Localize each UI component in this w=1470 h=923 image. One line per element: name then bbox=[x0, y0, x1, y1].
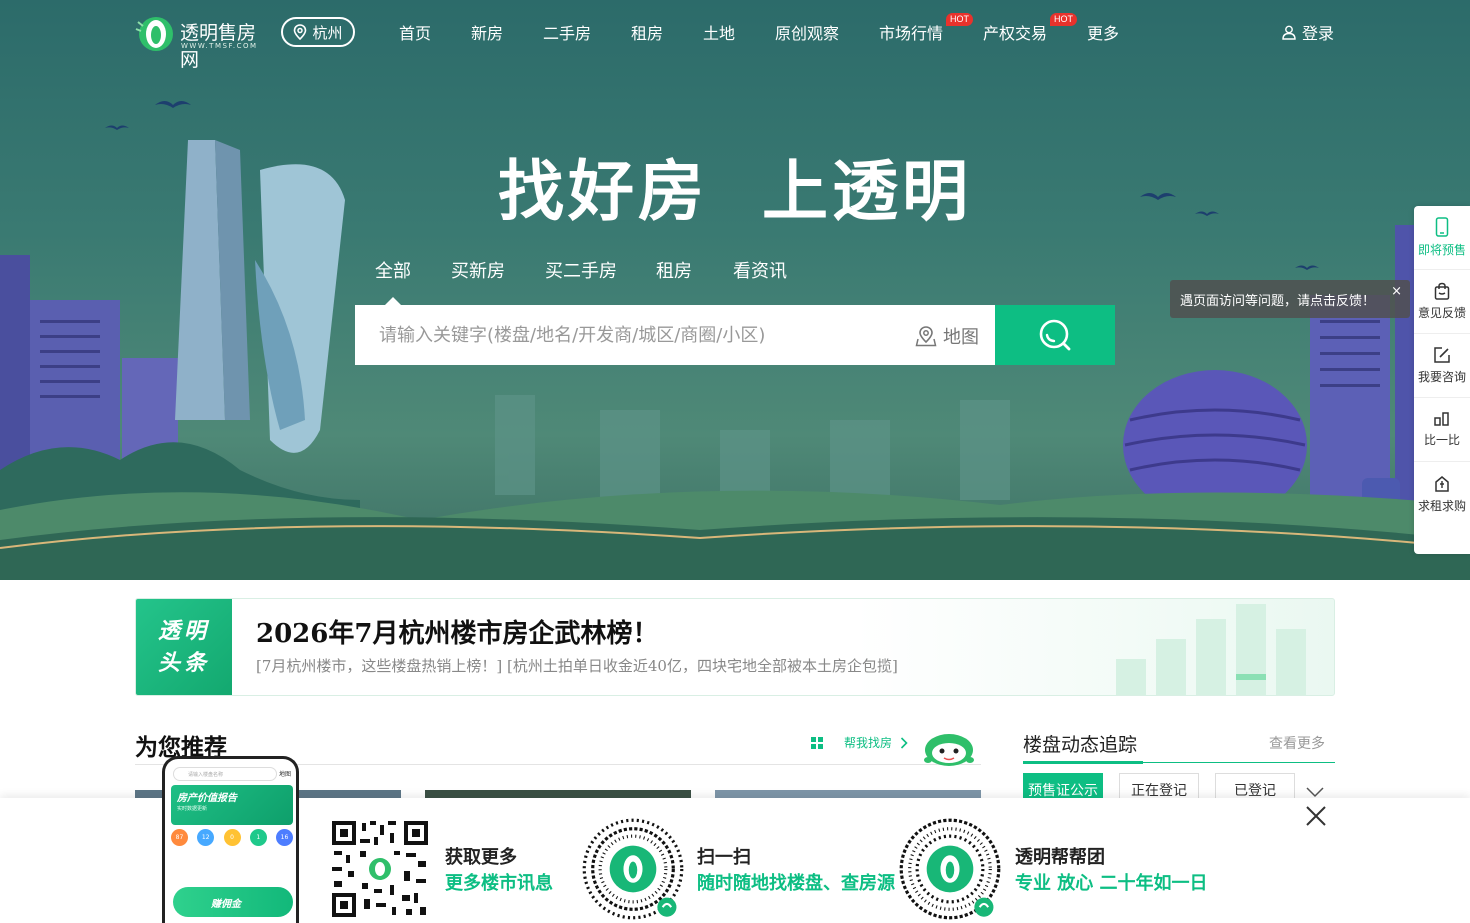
top-navigation: 透明售房网 WWW.TMSF.COM 杭州 首页 新房 二手房 租房 土地 原创… bbox=[0, 0, 1470, 71]
phone-search-bar: 请输入楼盘名称 bbox=[173, 767, 277, 781]
tooltip-text: 遇页面访问等问题，请点击反馈！ bbox=[1180, 293, 1376, 309]
phone-banner-title: 房产价值报告 bbox=[177, 793, 237, 804]
search-button[interactable] bbox=[995, 305, 1115, 365]
phone-stat: 12 bbox=[197, 829, 215, 846]
compare-icon bbox=[1434, 412, 1449, 426]
nav-market-label: 市场行情 bbox=[879, 24, 944, 43]
search-input[interactable] bbox=[355, 305, 905, 365]
tracking-more-link[interactable]: 查看更多 bbox=[1269, 733, 1325, 753]
sidebar-item-compare[interactable]: 比一比 bbox=[1414, 398, 1470, 462]
nav-property-trade-label: 产权交易 bbox=[983, 24, 1048, 43]
logo-mark-icon bbox=[135, 17, 173, 51]
nav-rent[interactable]: 租房 bbox=[631, 20, 663, 44]
promo-subtitle: 随时随地找楼盘、查房源 bbox=[697, 873, 895, 894]
phone-stat: 16 bbox=[276, 829, 293, 846]
search-tab-all[interactable]: 全部 bbox=[375, 257, 411, 283]
tooltip-close-button[interactable]: × bbox=[1391, 284, 1402, 299]
mini-program-code bbox=[582, 818, 684, 920]
sidebar-item-feedback[interactable]: 意见反馈 bbox=[1414, 270, 1470, 334]
edit-icon bbox=[1434, 347, 1450, 363]
phone-banner: 房产价值报告 实时数据更新 bbox=[171, 785, 293, 825]
headline-banner[interactable]: 透明 头条 2026年7月杭州楼市房企武林榜！ [7月杭州楼市，这些楼盘热销上榜… bbox=[135, 598, 1335, 696]
search-tab-new-homes[interactable]: 买新房 bbox=[451, 257, 505, 283]
sidebar-item-presale[interactable]: 即将预售 bbox=[1414, 206, 1470, 270]
phone-map-label: 地图 bbox=[279, 771, 292, 778]
qr-code bbox=[330, 819, 430, 919]
phone-icon bbox=[1435, 217, 1449, 237]
search-icon bbox=[1039, 319, 1071, 351]
mini-program-code bbox=[899, 818, 1001, 920]
phone-promo-label: 赚佣金 bbox=[211, 899, 241, 910]
tracking-title: 楼盘动态追踪 bbox=[1023, 734, 1138, 756]
sidebar-item-label: 求租求购 bbox=[1417, 498, 1466, 513]
app-phone-mockup: 请输入楼盘名称 地图 房产价值报告 实时数据更新 87 12 0 1 16 赚佣… bbox=[162, 756, 299, 923]
close-icon[interactable] bbox=[1304, 804, 1328, 828]
sidebar-item-rent-buy[interactable]: 求租求购 bbox=[1414, 462, 1470, 526]
logo-url: WWW.TMSF.COM bbox=[181, 42, 258, 50]
chevron-right-icon bbox=[900, 736, 908, 749]
hot-badge: HOT bbox=[946, 13, 974, 26]
promo-title: 透明帮帮团 bbox=[1015, 847, 1105, 868]
help-find-link[interactable]: 帮我找房 bbox=[810, 734, 908, 751]
sidebar-item-label: 我要咨询 bbox=[1417, 370, 1466, 384]
promo-title: 扫一扫 bbox=[697, 847, 751, 868]
nav-market[interactable]: 市场行情 HOT bbox=[879, 13, 974, 44]
feedback-tooltip: 遇页面访问等问题，请点击反馈！ × bbox=[1170, 280, 1410, 318]
headline-title[interactable]: 2026年7月杭州楼市房企武林榜！ bbox=[256, 613, 658, 650]
nav-home[interactable]: 首页 bbox=[399, 20, 431, 44]
nav-new-homes[interactable]: 新房 bbox=[471, 20, 503, 44]
nav-second-hand[interactable]: 二手房 bbox=[543, 20, 591, 44]
hot-badge: HOT bbox=[1050, 13, 1078, 26]
right-sidebar: 即将预售 意见反馈 我要咨询 比一比 求租求购 bbox=[1414, 206, 1470, 554]
map-label: 地图 bbox=[943, 327, 979, 348]
sidebar-item-label: 即将预售 bbox=[1417, 243, 1466, 257]
phone-stat: 1 bbox=[249, 829, 267, 846]
location-pin-icon bbox=[294, 24, 307, 40]
search-tab-second-hand[interactable]: 买二手房 bbox=[545, 257, 617, 283]
user-icon bbox=[1282, 25, 1296, 40]
house-icon bbox=[1435, 475, 1449, 492]
phone-promo: 赚佣金 bbox=[173, 887, 293, 917]
search-tab-rent[interactable]: 租房 bbox=[656, 257, 692, 283]
promo-subtitle: 专业 放心 二十年如一日 bbox=[1015, 873, 1208, 894]
search-box: 地图 bbox=[355, 305, 995, 365]
login-label: 登录 bbox=[1302, 24, 1335, 43]
grid-icon bbox=[811, 736, 823, 749]
nav-land[interactable]: 土地 bbox=[703, 20, 735, 44]
headline-subtitle[interactable]: [7月杭州楼市，这些楼盘热销上榜！] [杭州土拍单日收金近40亿，四块宅地全部被… bbox=[256, 655, 898, 676]
active-tab-indicator bbox=[385, 297, 401, 305]
sidebar-item-consult[interactable]: 我要咨询 bbox=[1414, 334, 1470, 398]
phone-stat: 87 bbox=[171, 829, 188, 846]
phone-banner-sub: 实时数据更新 bbox=[177, 806, 208, 812]
hero-slogan: 找好房 上透明 bbox=[498, 153, 972, 230]
nav-property-trade[interactable]: 产权交易 HOT bbox=[983, 13, 1078, 44]
chevron-down-icon[interactable] bbox=[1305, 786, 1325, 798]
login-link[interactable]: 登录 bbox=[1282, 20, 1334, 44]
search-tab-news[interactable]: 看资讯 bbox=[733, 257, 787, 283]
map-search-button[interactable]: 地图 bbox=[915, 323, 979, 349]
bag-icon bbox=[1434, 282, 1450, 300]
nav-more[interactable]: 更多 bbox=[1087, 20, 1119, 44]
headline-decoration bbox=[1116, 604, 1306, 695]
mascot-icon bbox=[924, 734, 974, 766]
city-label: 杭州 bbox=[312, 23, 343, 42]
help-find-label: 帮我找房 bbox=[844, 736, 893, 750]
tracking-divider-highlight bbox=[1023, 761, 1143, 764]
promo-subtitle: 更多楼市讯息 bbox=[445, 873, 553, 894]
site-logo[interactable]: 透明售房网 WWW.TMSF.COM bbox=[134, 12, 274, 71]
headline-tag-line1: 透明 bbox=[158, 619, 211, 644]
nav-original[interactable]: 原创观察 bbox=[775, 20, 839, 44]
headline-tag: 透明 头条 bbox=[136, 599, 232, 695]
map-pin-icon bbox=[915, 326, 937, 347]
sidebar-item-label: 意见反馈 bbox=[1417, 306, 1466, 320]
promo-title: 获取更多 bbox=[445, 847, 517, 868]
city-selector[interactable]: 杭州 bbox=[281, 17, 355, 47]
sidebar-item-label: 比一比 bbox=[1423, 433, 1460, 447]
phone-stat: 0 bbox=[223, 829, 241, 846]
headline-tag-line2: 头条 bbox=[158, 651, 211, 676]
